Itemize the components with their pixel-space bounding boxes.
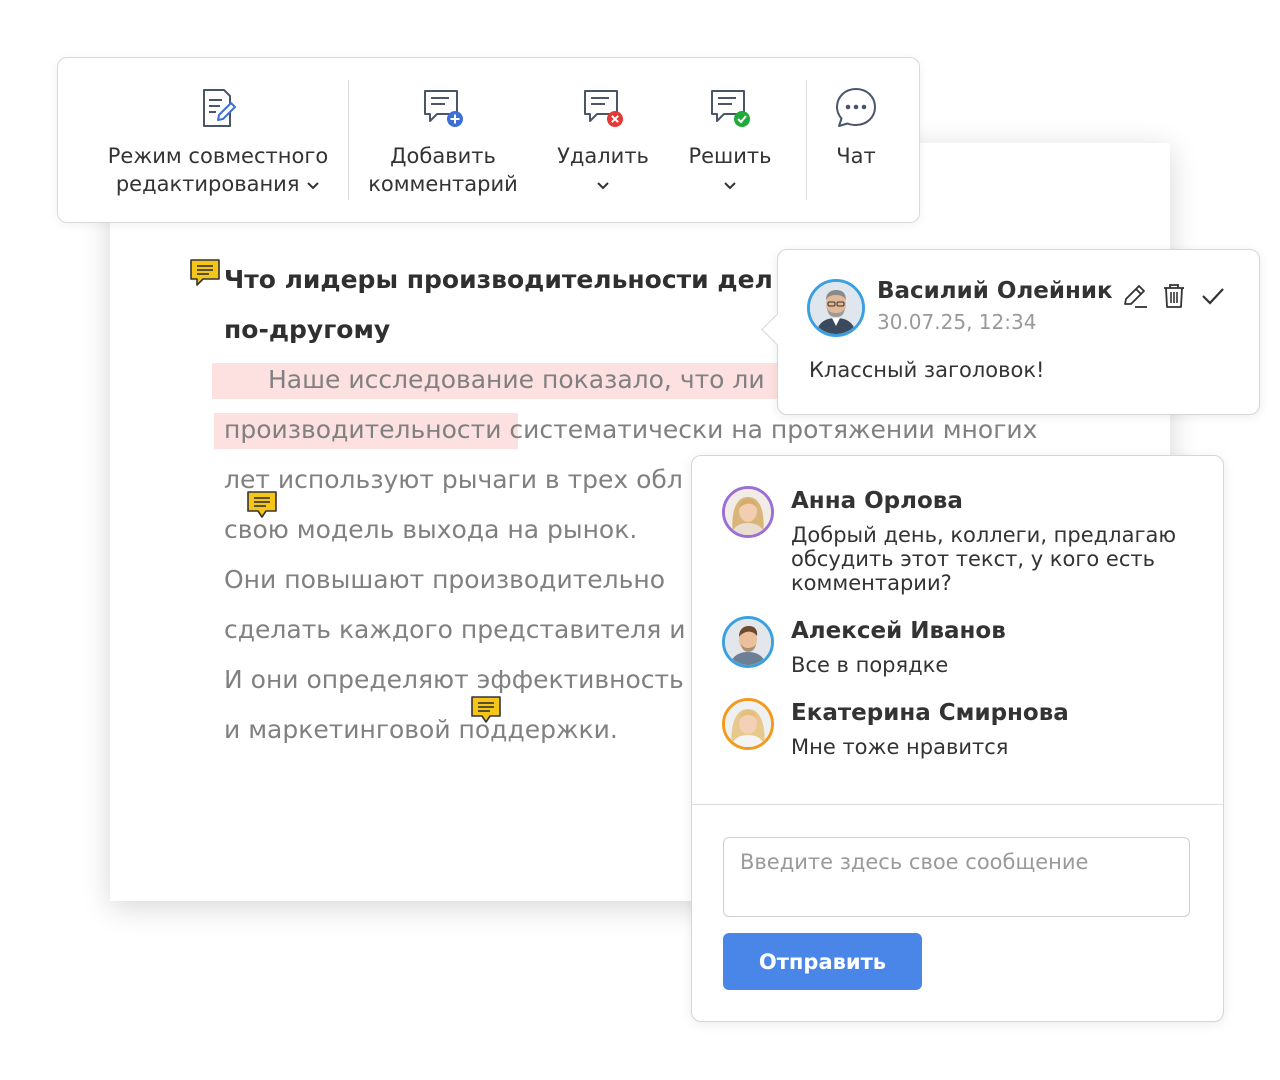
highlighted-text: производительности bbox=[224, 415, 502, 444]
delete-comment-label: Удалить bbox=[548, 142, 658, 198]
message-author: Анна Орлова bbox=[791, 488, 963, 514]
message-author: Екатерина Смирнова bbox=[791, 700, 1069, 726]
avatar bbox=[807, 279, 865, 337]
document-text-line: Они повышают производительно bbox=[224, 565, 665, 594]
send-button[interactable]: Отправить bbox=[723, 933, 922, 990]
chat-button[interactable]: Чат bbox=[820, 86, 892, 170]
document-text: систематически на протяжении многих bbox=[501, 415, 1038, 444]
message-author: Алексей Иванов bbox=[791, 618, 1006, 644]
trash-icon[interactable] bbox=[1160, 282, 1188, 310]
message-text: Мне тоже нравится bbox=[791, 735, 1009, 759]
comment-add-icon bbox=[424, 90, 463, 127]
edit-pencil-icon[interactable] bbox=[1121, 282, 1149, 310]
chat-panel: Анна Орлова Добрый день, коллеги, предла… bbox=[691, 455, 1224, 1022]
document-title-line: Что лидеры производительности дел bbox=[224, 265, 773, 294]
toolbar-separator bbox=[348, 80, 349, 200]
document-text-line: Наше исследование показало, что ли bbox=[268, 365, 765, 394]
chevron-down-icon bbox=[724, 182, 736, 190]
checkmark-icon[interactable] bbox=[1199, 282, 1227, 310]
message-text: Все в порядке bbox=[791, 653, 949, 677]
comment-author: Василий Олейник bbox=[877, 278, 1113, 304]
delete-comment-button[interactable]: Удалить bbox=[548, 86, 658, 198]
add-comment-button[interactable]: Добавить комментарий bbox=[363, 86, 523, 198]
comment-popover: Василий Олейник 30.07.25, 12:34 Классный… bbox=[761, 249, 1260, 415]
chat-divider bbox=[692, 804, 1223, 805]
document-title-line: по-другому bbox=[224, 315, 391, 344]
chat-bubble-icon bbox=[836, 88, 876, 127]
comment-timestamp: 30.07.25, 12:34 bbox=[877, 310, 1037, 334]
resolve-comment-button[interactable]: Решить bbox=[676, 86, 784, 198]
comment-note-icon[interactable] bbox=[189, 257, 221, 289]
chat-label: Чат bbox=[836, 144, 876, 168]
review-toolbar: Режим совместного редактирования Добавит… bbox=[57, 57, 920, 223]
document-text-line: лет используют рычаги в трех обл bbox=[224, 465, 683, 494]
message-text: Добрый день, коллеги, предлагаю обсудить… bbox=[791, 523, 1177, 595]
toolbar-separator bbox=[806, 80, 807, 200]
avatar bbox=[722, 616, 774, 668]
document-text-line: сделать каждого представителя и bbox=[224, 615, 686, 644]
document-text-line: свою модель выхода на рынок. bbox=[224, 515, 638, 544]
resolve-comment-label: Решить bbox=[676, 142, 784, 198]
document-text-line: производительности систематически на про… bbox=[224, 412, 1037, 448]
add-comment-label: Добавить комментарий bbox=[368, 144, 518, 196]
comment-text: Классный заголовок! bbox=[809, 358, 1045, 382]
avatar bbox=[722, 698, 774, 750]
chat-message-input[interactable] bbox=[723, 837, 1190, 917]
coedit-mode-button[interactable]: Режим совместного редактирования bbox=[88, 86, 348, 198]
comment-delete-icon bbox=[584, 90, 623, 127]
avatar bbox=[722, 486, 774, 538]
chevron-down-icon bbox=[597, 182, 609, 190]
chevron-down-icon bbox=[307, 182, 319, 190]
document-text-line: И они определяют эффективность bbox=[224, 665, 684, 694]
document-edit-icon bbox=[203, 89, 236, 127]
coedit-mode-label: Режим совместного редактирования bbox=[107, 144, 329, 196]
comment-resolve-icon bbox=[711, 90, 750, 127]
document-text-line: и маркетинговой поддержки. bbox=[224, 715, 618, 744]
